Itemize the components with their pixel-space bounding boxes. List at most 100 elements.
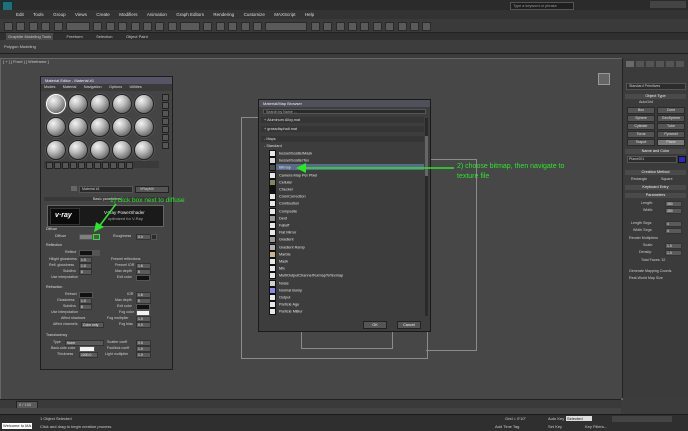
map-item[interactable]: Gradient Ramp [269, 243, 424, 251]
schematic-view-icon[interactable] [372, 22, 382, 31]
viewcube-icon[interactable] [598, 73, 610, 85]
sphere-button[interactable]: Sphere [627, 115, 655, 122]
modify-tab-icon[interactable] [636, 61, 644, 67]
map-browser-search[interactable]: Search by Name ... [263, 109, 426, 114]
material-editor-title[interactable]: Material Editor - Material #1 [41, 77, 172, 84]
undo-icon[interactable] [4, 22, 13, 31]
cone-button[interactable]: Cone [657, 107, 685, 114]
create-tab-icon[interactable] [626, 61, 634, 67]
sample-slot[interactable] [134, 117, 154, 137]
go-forward-sibling-icon[interactable] [126, 162, 133, 169]
backlight-icon[interactable] [162, 102, 169, 109]
scale-icon[interactable] [167, 22, 177, 31]
viewport-label[interactable]: [ + ] [ Front ] [ Wireframe ] [3, 59, 49, 64]
menu-customize[interactable]: Customize [244, 10, 265, 19]
sample-slot[interactable] [46, 140, 66, 160]
background-icon[interactable] [162, 110, 169, 117]
map-item[interactable]: Marble [269, 250, 424, 258]
render-icon[interactable] [422, 22, 432, 31]
render-setup-icon[interactable] [397, 22, 407, 31]
sample-slot[interactable] [90, 94, 110, 114]
me-menu-navigation[interactable]: Navigation [84, 84, 102, 91]
me-menu-modes[interactable]: Modes [44, 84, 55, 91]
cancel-button[interactable]: Cancel [397, 321, 421, 329]
autogrid-checkbox[interactable]: AutoGrid [639, 100, 653, 104]
window-crossing-icon[interactable] [130, 22, 140, 31]
name-color-header[interactable]: Name and Color [625, 149, 686, 154]
map-item[interactable]: Normal Bump [269, 286, 424, 294]
exit-color-swatch[interactable] [136, 275, 150, 281]
material-name-field[interactable]: Material #1 [79, 186, 133, 193]
snap-toggle-icon[interactable] [215, 22, 225, 31]
key-mode-dropdown[interactable]: Selected [566, 416, 592, 421]
real-world-checkbox[interactable]: Real-World Map Size [629, 276, 663, 280]
group-standard[interactable]: - Standard [261, 143, 424, 149]
diffuse-color-swatch[interactable] [79, 234, 93, 240]
named-selection-dropdown[interactable] [265, 22, 308, 31]
sample-slot[interactable] [68, 140, 88, 160]
assign-to-selection-icon[interactable] [62, 162, 69, 169]
reflect-color-swatch[interactable] [79, 250, 93, 256]
tube-button[interactable]: Tube [657, 123, 685, 130]
mirror-icon[interactable] [310, 22, 320, 31]
map-item[interactable]: MultiOutputChannelTexmapToTexmap [269, 272, 424, 280]
select-by-name-icon[interactable] [105, 22, 115, 31]
parameters-header[interactable]: Parameters [625, 193, 686, 198]
use-interp-checkbox[interactable]: Use interpolation [51, 275, 78, 279]
uv-tiling-icon[interactable] [162, 118, 169, 125]
sample-slot[interactable] [46, 94, 66, 114]
pivot-icon[interactable] [203, 22, 213, 31]
map-item[interactable]: Composite [269, 207, 424, 215]
menu-group[interactable]: Group [53, 10, 66, 19]
map-item[interactable]: Checker [269, 186, 424, 193]
map-item[interactable]: Flat Mirror [269, 229, 424, 237]
affect-shadows-checkbox[interactable]: Affect shadows [61, 316, 85, 320]
material-id-icon[interactable] [94, 162, 101, 169]
put-to-scene-icon[interactable] [54, 162, 61, 169]
rotate-icon[interactable] [155, 22, 165, 31]
teapot-button[interactable]: Teapot [627, 139, 655, 146]
sample-type-icon[interactable] [162, 94, 169, 101]
tab-graphite[interactable]: Graphite Modeling Tools [6, 33, 54, 40]
subdivs-spinner[interactable]: 8 [79, 269, 92, 275]
light-multiplier-spinner[interactable]: 1.0 [136, 352, 151, 358]
redo-icon[interactable] [16, 22, 26, 31]
group-grass[interactable]: + grassdisphalt.mat [261, 126, 424, 132]
layer-manager-icon[interactable] [335, 22, 345, 31]
menu-edit[interactable]: Edit [16, 10, 24, 19]
map-item[interactable]: Particle Age [269, 301, 424, 309]
go-to-parent-icon[interactable] [118, 162, 125, 169]
menu-rendering[interactable]: Rendering [213, 10, 234, 19]
search-box[interactable]: Type a keyword or phrase [510, 2, 574, 10]
tab-selection[interactable]: Selection [96, 33, 112, 40]
map-item[interactable]: Output [269, 294, 424, 301]
map-item[interactable]: Dent [269, 214, 424, 222]
ribbon-polygon-modeling[interactable]: Polygon Modeling [4, 44, 36, 49]
add-time-tag-button[interactable]: Add Time Tag [495, 424, 519, 429]
scale-spinner[interactable]: 1.0 [665, 243, 682, 249]
sample-slot[interactable] [68, 94, 88, 114]
map-item[interactable]: ColorCorrection [269, 193, 424, 201]
key-filters-button[interactable]: Key Filters... [585, 424, 607, 429]
map-item[interactable]: Falloff [269, 222, 424, 229]
map-item[interactable]: Mix [269, 265, 424, 273]
menu-graph-editors[interactable]: Graph Editors [176, 10, 204, 19]
move-icon[interactable] [142, 22, 152, 31]
object-type-header[interactable]: Object Type [625, 94, 686, 99]
sample-slot[interactable] [90, 117, 110, 137]
playback-controls[interactable] [612, 416, 672, 422]
sample-slot[interactable] [112, 117, 132, 137]
map-item[interactable]: Noise [269, 279, 424, 287]
make-preview-icon[interactable] [162, 134, 169, 141]
gen-mapping-checkbox[interactable]: Generate Mapping Coords. [629, 269, 672, 273]
me-menu-utilities[interactable]: Utilities [130, 84, 142, 91]
hierarchy-tab-icon[interactable] [646, 61, 654, 67]
display-tab-icon[interactable] [666, 61, 674, 67]
unlink-icon[interactable] [41, 22, 51, 31]
primitive-type-dropdown[interactable]: Standard Primitives [626, 83, 686, 90]
length-spinner[interactable]: 350 [665, 201, 682, 207]
creation-method-header[interactable]: Creation Method [625, 170, 686, 175]
reflect-map-button[interactable] [93, 250, 100, 256]
group-aluminum[interactable]: + Aluminum Alloy.mat [261, 117, 424, 123]
thickness-spinner[interactable]: 1000.0 [79, 352, 98, 358]
